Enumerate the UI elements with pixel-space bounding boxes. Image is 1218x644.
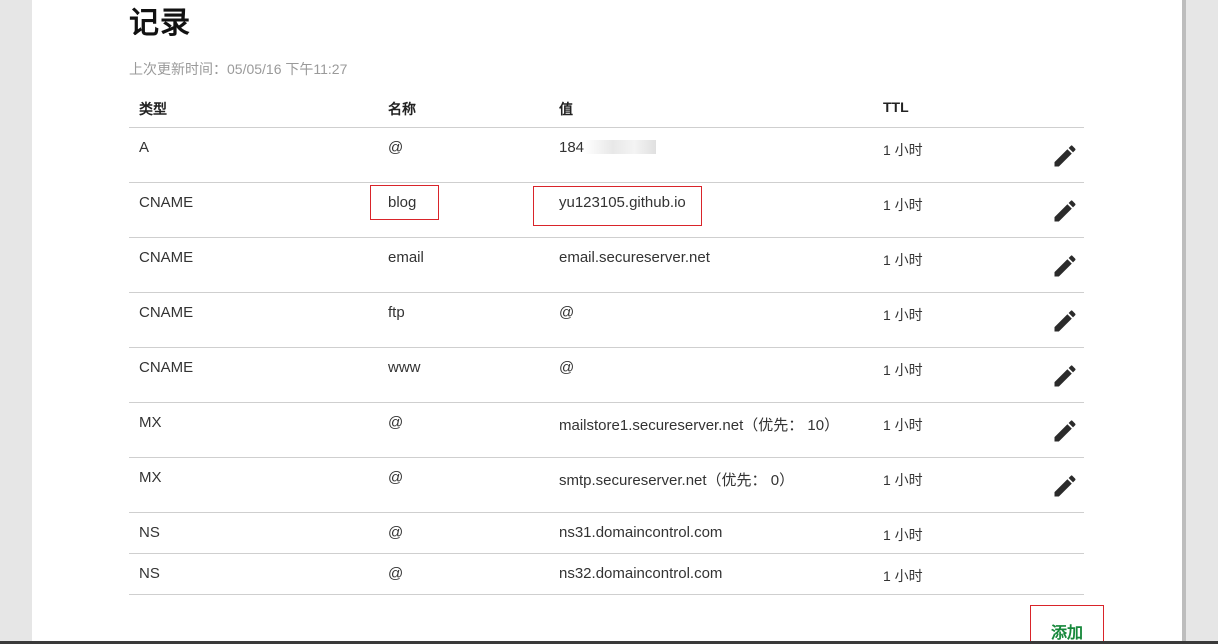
header-name: 名称: [388, 101, 416, 117]
record-ttl: 1 小时: [883, 472, 923, 488]
table-row: NS @ ns31.domaincontrol.com 1 小时: [129, 513, 1084, 554]
table-row: MX @ smtp.secureserver.net（优先： 0） 1 小时: [129, 458, 1084, 513]
header-type: 类型: [139, 101, 167, 117]
record-value-text: @: [559, 304, 575, 321]
pencil-icon[interactable]: [1051, 142, 1081, 172]
pencil-icon[interactable]: [1051, 417, 1081, 447]
pencil-icon[interactable]: [1051, 362, 1081, 392]
table-row: MX @ mailstore1.secureserver.net（优先： 10） 1 …: [129, 403, 1084, 458]
pencil-icon[interactable]: [1051, 307, 1081, 337]
record-value: @: [559, 359, 574, 376]
record-ttl: 1 小时: [883, 307, 923, 323]
pencil-icon[interactable]: [1051, 472, 1081, 502]
record-type: CNAME: [139, 194, 194, 211]
header-ttl: TTL: [883, 99, 909, 115]
record-type: CNAME: [139, 359, 194, 376]
record-name: @: [388, 524, 404, 541]
last-updated-text: 上次更新时间：05/05/16 下午11:27: [129, 61, 348, 77]
dns-records-table: 类型 名称 值 TTL A @184 1 小时 CNAME blog yu123105.g…: [129, 90, 1084, 595]
record-value-text: ns31.domaincontrol.com: [559, 524, 723, 541]
scrollbar-edge: [1182, 0, 1186, 644]
record-ttl: 1 小时: [883, 252, 923, 268]
record-value: ns31.domaincontrol.com: [559, 524, 722, 541]
record-name: www: [388, 359, 421, 376]
pencil-icon[interactable]: [1051, 252, 1081, 282]
record-value: smtp.secureserver.net（优先： 0）: [559, 469, 794, 490]
record-value-text: 184: [559, 139, 585, 156]
record-value-text: email.secureserver.net: [559, 249, 710, 266]
highlight-box-value: [533, 186, 702, 226]
record-value: ns32.domaincontrol.com: [559, 565, 722, 582]
redacted-value-mask: [584, 140, 657, 154]
table-row: CNAME ftp @1 小时: [129, 293, 1084, 348]
add-record-button[interactable]: 添加: [1031, 619, 1103, 643]
table-header-row: 类型 名称 值 TTL: [129, 90, 1084, 128]
table-row: NS @ ns32.domaincontrol.com 1 小时: [129, 554, 1084, 595]
record-ttl: 1 小时: [883, 197, 923, 213]
record-type: CNAME: [139, 249, 194, 266]
record-ttl: 1 小时: [883, 568, 923, 584]
record-value-text: @: [559, 359, 575, 376]
record-value: email.secureserver.net: [559, 249, 710, 266]
record-name: @: [388, 139, 404, 156]
record-value-text: mailstore1.secureserver.net（优先： 10）: [559, 417, 840, 434]
highlight-box-name: [370, 185, 439, 220]
record-value-text: smtp.secureserver.net（优先： 0）: [559, 472, 795, 489]
table-row: A @184 1 小时: [129, 128, 1084, 183]
add-button-highlight: 添加: [1030, 605, 1104, 644]
record-type: A: [139, 139, 150, 156]
header-value: 值: [559, 101, 573, 117]
record-type: MX: [139, 469, 162, 486]
record-type: CNAME: [139, 304, 194, 321]
record-name: @: [388, 414, 404, 431]
record-ttl: 1 小时: [883, 362, 923, 378]
record-name: @: [388, 565, 404, 582]
record-type: MX: [139, 414, 162, 431]
record-name: ftp: [388, 304, 405, 321]
record-ttl: 1 小时: [883, 527, 923, 543]
record-type: NS: [139, 524, 160, 541]
record-value: 184: [559, 139, 657, 156]
table-row: CNAME www @1 小时: [129, 348, 1084, 403]
record-value: mailstore1.secureserver.net（优先： 10）: [559, 414, 839, 435]
record-name: @: [388, 469, 404, 486]
record-value: @: [559, 304, 574, 321]
record-value-text: ns32.domaincontrol.com: [559, 565, 723, 582]
record-name: email: [388, 249, 424, 266]
record-ttl: 1 小时: [883, 142, 923, 158]
table-row: CNAME email email.secureserver.net 1 小时: [129, 238, 1084, 293]
pencil-icon[interactable]: [1051, 197, 1081, 227]
record-ttl: 1 小时: [883, 417, 923, 433]
record-type: NS: [139, 565, 160, 582]
page-title: 记录: [129, 7, 191, 40]
